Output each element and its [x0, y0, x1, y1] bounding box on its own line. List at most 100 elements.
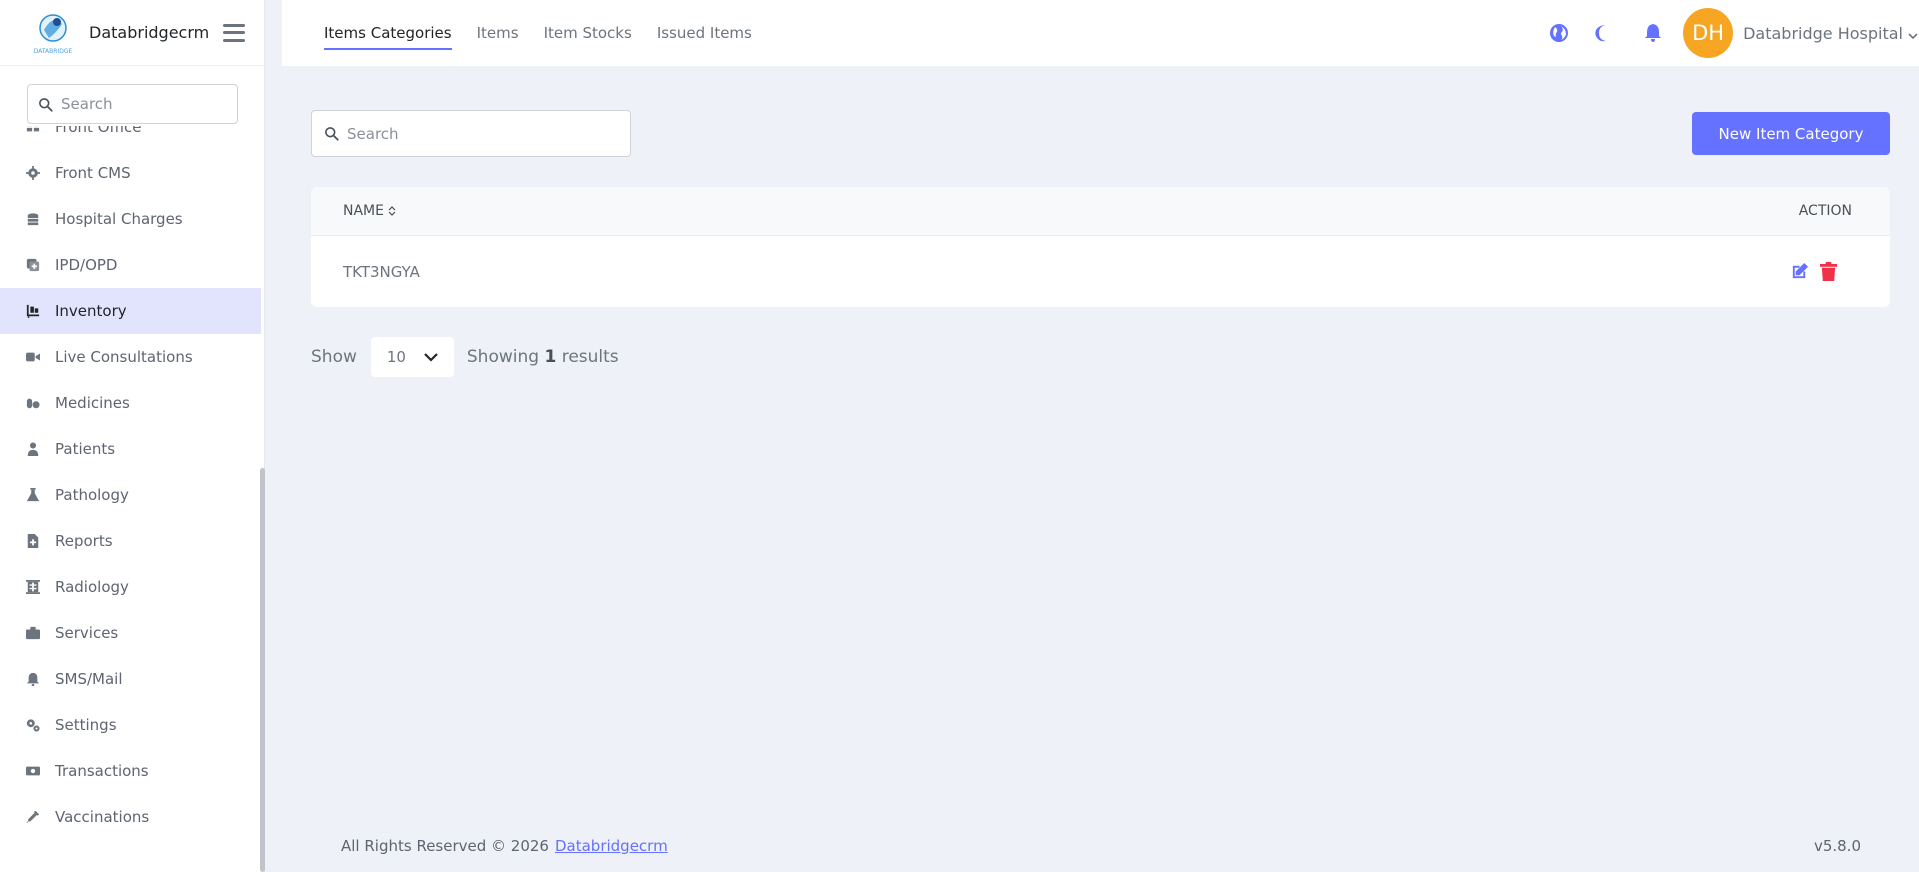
money-bill-icon — [25, 763, 41, 779]
column-header-label: NAME — [343, 203, 384, 219]
sidebar-item-label: Radiology — [55, 578, 129, 596]
user-menu[interactable]: Databridge Hospital — [1743, 24, 1919, 43]
sidebar-item-reports[interactable]: Reports — [0, 518, 261, 564]
footer-link[interactable]: Databridgecrm — [555, 837, 668, 855]
sidebar-item-label: Reports — [55, 532, 113, 550]
sidebar-item-front-office[interactable]: Front Office — [0, 126, 261, 150]
dolly-icon — [25, 303, 41, 319]
sort-icon — [388, 206, 396, 216]
sidebar-item-front-cms[interactable]: Front CMS — [0, 150, 261, 196]
item-categories-table: NAME ACTION TKT3NGYA — [311, 187, 1890, 307]
row-actions — [1780, 262, 1838, 282]
column-header-name[interactable]: NAME — [343, 203, 396, 219]
results-summary: Showing 1 results — [467, 347, 619, 367]
sidebar-item-label: Front Office — [55, 126, 142, 136]
page-size-value: 10 — [386, 348, 406, 366]
sidebar-item-radiology[interactable]: Radiology — [0, 564, 261, 610]
tab-item-stocks[interactable]: Item Stocks — [544, 18, 632, 48]
column-header-action: ACTION — [1798, 203, 1852, 219]
user-name: Databridge Hospital — [1743, 23, 1903, 43]
search-icon — [39, 97, 53, 112]
coins-icon — [25, 211, 41, 227]
sidebar-item-vaccinations[interactable]: Vaccinations — [0, 794, 261, 840]
sidebar-item-label: Hospital Charges — [55, 210, 183, 228]
table-row: TKT3NGYA — [311, 236, 1890, 307]
gears-icon — [25, 717, 41, 733]
sidebar-menu: Front Office Front CMS Hospital Charges … — [0, 126, 261, 872]
moon-icon[interactable] — [1591, 21, 1615, 45]
chevron-down-icon — [1907, 27, 1919, 40]
table-search[interactable] — [311, 110, 631, 157]
video-icon — [25, 349, 41, 365]
bell-icon — [25, 671, 41, 687]
results-count: 1 — [544, 347, 557, 367]
sidebar-scrollbar[interactable] — [260, 468, 265, 872]
sidebar-search[interactable] — [27, 84, 238, 124]
flask-icon — [25, 487, 41, 503]
sidebar-item-label: Transactions — [55, 762, 149, 780]
sidebar-item-hospital-charges[interactable]: Hospital Charges — [0, 196, 261, 242]
new-item-category-button[interactable]: New Item Category — [1692, 112, 1890, 155]
user-injured-icon — [25, 441, 41, 457]
sidebar: DATABRIDGE Databridgecrm Front Office Fr… — [0, 0, 265, 872]
brand: DATABRIDGE Databridgecrm — [0, 0, 264, 66]
tab-items-categories[interactable]: Items Categories — [324, 18, 452, 50]
version-label: v5.8.0 — [1813, 837, 1861, 855]
avatar[interactable]: DH — [1683, 8, 1734, 58]
brand-logo[interactable]: DATABRIDGE — [27, 10, 79, 56]
capsules-icon — [25, 395, 41, 411]
menu-toggle-icon[interactable] — [223, 23, 246, 42]
sidebar-item-label: Patients — [55, 440, 116, 458]
delete-icon[interactable] — [1818, 262, 1838, 282]
syringe-icon — [25, 809, 41, 825]
search-icon — [325, 127, 339, 141]
footer: All Rights Reserved © 2026 Databridgecrm — [341, 837, 668, 855]
sidebar-item-medicines[interactable]: Medicines — [0, 380, 261, 426]
sidebar-item-label: Inventory — [55, 302, 127, 320]
sidebar-item-pathology[interactable]: Pathology — [0, 472, 261, 518]
svg-text:DATABRIDGE: DATABRIDGE — [34, 48, 73, 55]
sidebar-item-ipd-opd[interactable]: IPD/OPD — [0, 242, 261, 288]
table-header: NAME ACTION — [311, 187, 1890, 236]
brand-name[interactable]: Databridgecrm — [89, 23, 209, 42]
sidebar-item-services[interactable]: Services — [0, 610, 261, 656]
sidebar-item-transactions[interactable]: Transactions — [0, 748, 261, 794]
tab-items[interactable]: Items — [477, 18, 519, 48]
sidebar-item-inventory[interactable]: Inventory — [0, 288, 261, 334]
chevron-down-icon — [424, 353, 438, 362]
ipd-opd-icon — [25, 257, 41, 273]
header-actions: DH Databridge Hospital — [1547, 0, 1919, 66]
sidebar-item-label: SMS/Mail — [55, 670, 123, 688]
x-ray-icon — [25, 579, 41, 595]
tab-issued-items[interactable]: Issued Items — [657, 18, 752, 48]
sidebar-item-label: Front CMS — [55, 164, 131, 182]
top-header: Items Categories Items Item Stocks Issue… — [282, 0, 1919, 66]
sidebar-search-input[interactable] — [61, 95, 221, 113]
sidebar-item-label: Vaccinations — [55, 808, 150, 826]
show-label: Show — [311, 347, 357, 367]
pagination: Show 10 Showing 1 results — [311, 337, 619, 377]
inventory-tabs: Items Categories Items Item Stocks Issue… — [324, 0, 777, 66]
sidebar-item-live-consultations[interactable]: Live Consultations — [0, 334, 261, 380]
sidebar-item-patients[interactable]: Patients — [0, 426, 261, 472]
results-suffix: results — [561, 347, 619, 367]
copyright-text: All Rights Reserved © 2026 — [341, 837, 549, 855]
briefcase-icon — [25, 625, 41, 641]
front-office-icon — [25, 126, 41, 135]
bell-icon[interactable] — [1641, 21, 1665, 45]
sidebar-item-label: Services — [55, 624, 119, 642]
sidebar-item-label: IPD/OPD — [55, 256, 118, 274]
search-input[interactable] — [347, 124, 607, 143]
page-size-select[interactable]: 10 — [370, 337, 454, 377]
sidebar-item-label: Live Consultations — [55, 348, 193, 366]
file-medical-icon — [25, 533, 41, 549]
category-name-cell: TKT3NGYA — [343, 262, 420, 281]
sidebar-item-sms-mail[interactable]: SMS/Mail — [0, 656, 261, 702]
sidebar-item-label: Settings — [55, 716, 117, 734]
edit-icon[interactable] — [1789, 262, 1809, 282]
sidebar-item-settings[interactable]: Settings — [0, 702, 261, 748]
sidebar-item-label: Pathology — [55, 486, 129, 504]
sidebar-item-label: Medicines — [55, 394, 130, 412]
results-prefix: Showing — [466, 347, 540, 367]
globe-icon[interactable] — [1547, 21, 1571, 45]
